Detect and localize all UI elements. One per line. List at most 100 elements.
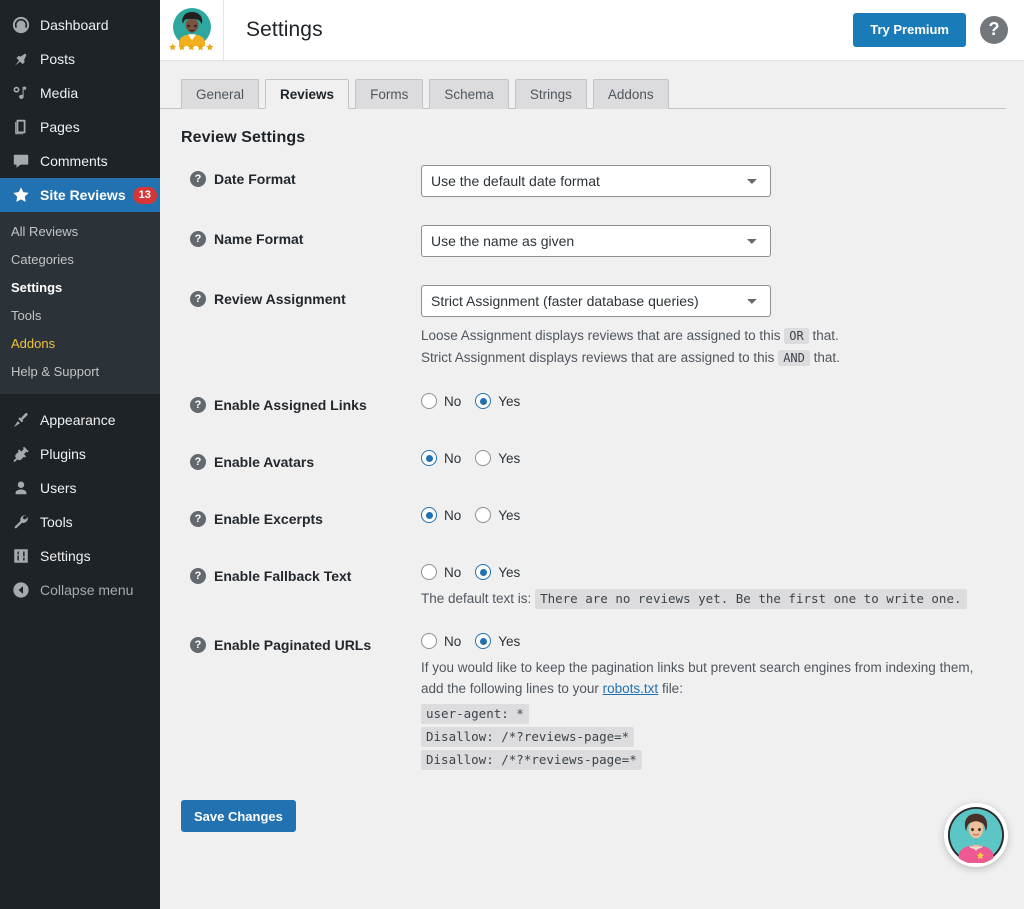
sidebar-item-categories[interactable]: Categories xyxy=(0,246,160,274)
help-icon[interactable]: ? xyxy=(190,397,206,413)
field-review-assignment: ? Review Assignment Strict Assignment (f… xyxy=(181,285,1004,369)
field-control: Use the default date format xyxy=(421,165,1004,197)
tab-strings[interactable]: Strings xyxy=(514,79,587,109)
settings-tabs: General Reviews Forms Schema Strings Add… xyxy=(160,61,1006,109)
default-text-code: There are no reviews yet. Be the first o… xyxy=(535,589,967,609)
sidebar-item-site-reviews[interactable]: Site Reviews 13 xyxy=(0,178,168,212)
description-text: that. xyxy=(812,328,839,343)
sidebar-item-appearance[interactable]: Appearance xyxy=(0,403,160,437)
header-actions: Try Premium ? xyxy=(853,13,1024,47)
radio-indicator xyxy=(421,633,437,649)
radio-fallback-no[interactable]: No xyxy=(421,564,461,580)
radio-group: No Yes xyxy=(421,562,1004,580)
support-chat-avatar[interactable] xyxy=(944,803,1008,867)
tab-reviews[interactable]: Reviews xyxy=(265,79,350,109)
radio-avatars-no[interactable]: No xyxy=(421,450,461,466)
help-icon[interactable]: ? xyxy=(190,568,206,584)
help-icon[interactable]: ? xyxy=(190,171,206,187)
radio-avatars-yes[interactable]: Yes xyxy=(475,450,520,466)
sidebar-item-collapse-menu[interactable]: Collapse menu xyxy=(0,573,160,607)
help-icon[interactable]: ? xyxy=(190,231,206,247)
radio-indicator xyxy=(475,507,492,523)
robots-txt-link[interactable]: robots.txt xyxy=(603,681,659,696)
sidebar-item-settings[interactable]: Settings xyxy=(0,274,160,302)
radio-indicator xyxy=(475,633,492,649)
date-format-select[interactable]: Use the default date format xyxy=(421,165,771,197)
page-title: Settings xyxy=(246,18,323,41)
pin-icon xyxy=(11,49,31,69)
field-label: Enable Fallback Text xyxy=(214,568,352,584)
help-icon[interactable]: ? xyxy=(190,511,206,527)
radio-assigned-links-no[interactable]: No xyxy=(421,393,461,409)
description-text: file: xyxy=(661,681,683,696)
logo-container xyxy=(160,0,224,61)
code-line: Disallow: /*?*reviews-page=* xyxy=(421,750,642,770)
sliders-icon xyxy=(11,546,31,566)
sidebar-item-all-reviews[interactable]: All Reviews xyxy=(0,218,160,246)
help-icon[interactable]: ? xyxy=(190,637,206,653)
tab-general[interactable]: General xyxy=(181,79,260,109)
sidebar-item-settings-main[interactable]: Settings xyxy=(0,539,160,573)
sidebar-item-label: Media xyxy=(40,85,79,101)
field-control: No Yes xyxy=(421,391,1004,409)
tab-forms[interactable]: Forms xyxy=(355,79,424,109)
radio-group: No Yes xyxy=(421,631,1004,649)
field-label: Name Format xyxy=(214,231,304,247)
radio-label: No xyxy=(444,633,462,649)
help-icon[interactable]: ? xyxy=(190,291,206,307)
sidebar-item-label: Pages xyxy=(40,119,80,135)
sidebar-separator xyxy=(0,394,160,403)
radio-fallback-yes[interactable]: Yes xyxy=(475,564,520,580)
radio-indicator xyxy=(475,450,492,466)
field-label: Date Format xyxy=(214,171,296,187)
radio-indicator xyxy=(421,450,437,466)
radio-excerpts-no[interactable]: No xyxy=(421,507,461,523)
collapse-icon xyxy=(11,580,31,600)
site-reviews-logo xyxy=(167,5,217,55)
help-icon[interactable]: ? xyxy=(980,16,1008,44)
radio-paginated-yes[interactable]: Yes xyxy=(475,633,520,649)
sidebar-item-tools-main[interactable]: Tools xyxy=(0,505,160,539)
tab-schema[interactable]: Schema xyxy=(429,79,509,109)
save-changes-button[interactable]: Save Changes xyxy=(181,800,296,832)
radio-label: Yes xyxy=(498,393,521,409)
sidebar-item-help-support[interactable]: Help & Support xyxy=(0,358,160,386)
user-icon xyxy=(11,478,31,498)
review-assignment-select[interactable]: Strict Assignment (faster database queri… xyxy=(421,285,771,317)
field-label: Review Assignment xyxy=(214,291,346,307)
sidebar-item-posts[interactable]: Posts xyxy=(0,42,160,76)
field-control: Strict Assignment (faster database queri… xyxy=(421,285,1004,369)
tab-addons[interactable]: Addons xyxy=(592,79,669,109)
radio-paginated-no[interactable]: No xyxy=(421,633,461,649)
sidebar-item-users[interactable]: Users xyxy=(0,471,160,505)
inline-code: AND xyxy=(778,350,810,366)
sidebar-item-label: Collapse menu xyxy=(40,582,134,598)
name-format-select[interactable]: Use the name as given xyxy=(421,225,771,257)
sidebar-item-comments[interactable]: Comments xyxy=(0,144,160,178)
radio-assigned-links-yes[interactable]: Yes xyxy=(475,393,520,409)
radio-label: No xyxy=(444,564,462,580)
field-label-wrap: ? Review Assignment xyxy=(181,285,421,309)
wrench-icon xyxy=(11,512,31,532)
sidebar-item-media[interactable]: Media xyxy=(0,76,160,110)
code-line: Disallow: /*?reviews-page=* xyxy=(421,727,635,747)
field-label: Enable Excerpts xyxy=(214,511,323,527)
inline-code: OR xyxy=(784,328,809,344)
field-enable-assigned-links: ? Enable Assigned Links No Yes xyxy=(181,391,1004,415)
radio-group: No Yes xyxy=(421,505,1004,523)
status-badge: 13 xyxy=(132,186,157,204)
try-premium-button[interactable]: Try Premium xyxy=(853,13,966,47)
sidebar-item-dashboard[interactable]: Dashboard xyxy=(0,8,160,42)
section-title: Review Settings xyxy=(181,129,306,146)
description-line: Strict Assignment displays reviews that … xyxy=(421,347,1004,369)
sidebar-item-tools[interactable]: Tools xyxy=(0,302,160,330)
radio-excerpts-yes[interactable]: Yes xyxy=(475,507,520,523)
help-icon[interactable]: ? xyxy=(190,454,206,470)
sidebar-item-plugins[interactable]: Plugins xyxy=(0,437,160,471)
sidebar-item-pages[interactable]: Pages xyxy=(0,110,160,144)
field-label: Enable Avatars xyxy=(214,454,315,470)
admin-sidebar: Dashboard Posts Media Pages Comments Sit… xyxy=(0,0,168,909)
sidebar-item-addons[interactable]: Addons xyxy=(0,330,160,358)
field-enable-avatars: ? Enable Avatars No Yes xyxy=(181,448,1004,472)
